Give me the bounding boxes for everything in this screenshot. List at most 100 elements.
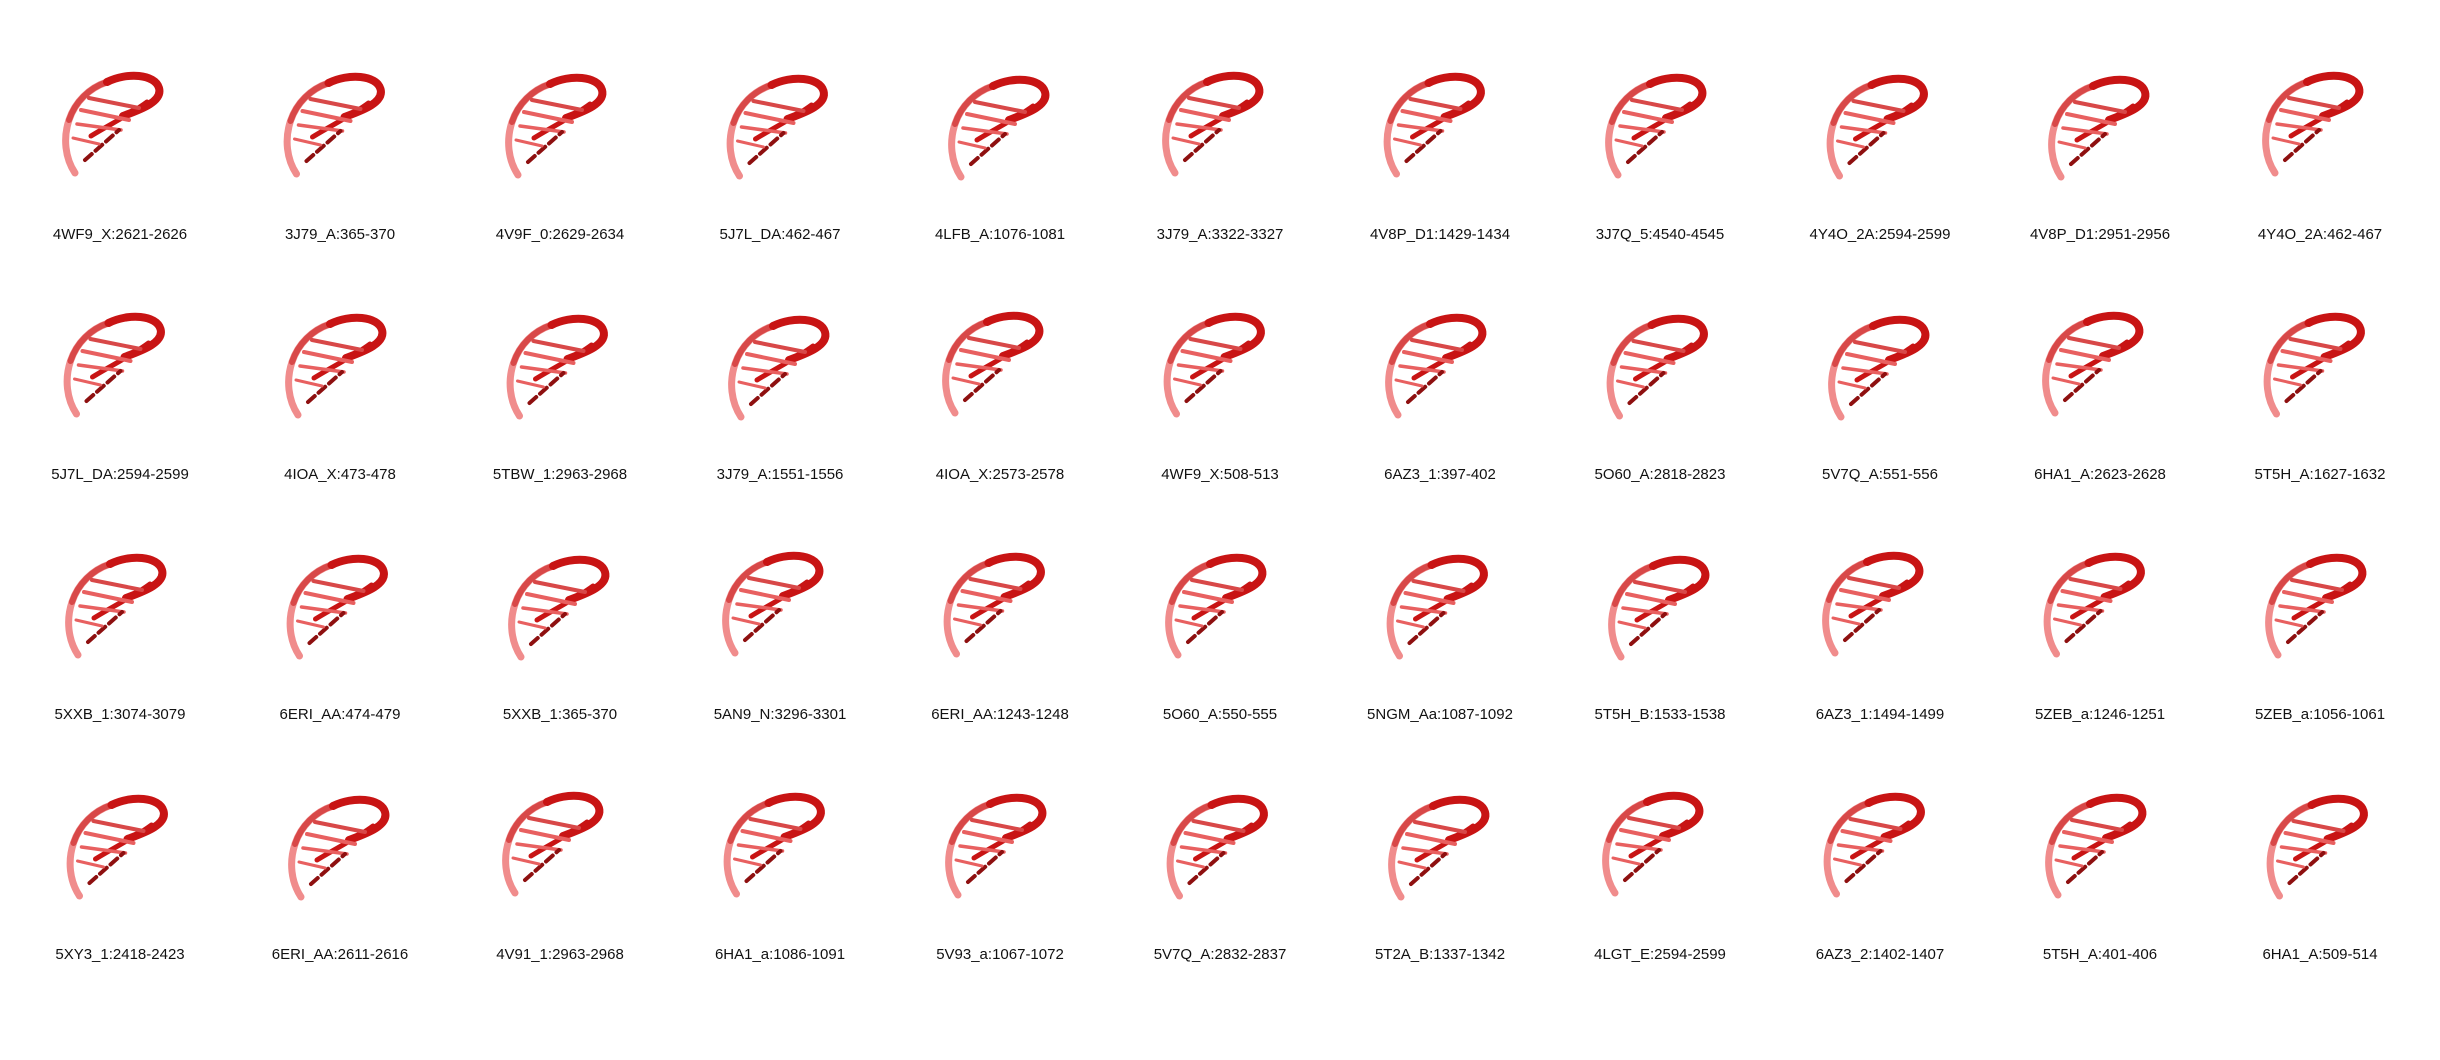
- rna-structure-image: [723, 792, 825, 898]
- motif-cell: 5T2A_B:1337-1342: [1330, 780, 1550, 1020]
- rna-structure-image: [948, 75, 1050, 181]
- motif-label: 5V7Q_A:551-556: [1822, 466, 1938, 483]
- rna-structure-image: [1165, 553, 1267, 659]
- rna-structure-image: [285, 313, 387, 419]
- motif-cell: 6ERI_AA:1243-1248: [890, 540, 1110, 780]
- structure-grid: 4WF9_X:2621-2626 3J79_A:365-370 4V9F_0:262…: [0, 0, 2440, 1060]
- motif-cell: 6HA1_A:2623-2628: [1990, 300, 2210, 540]
- motif-cell: 5T5H_A:1627-1632: [2210, 300, 2430, 540]
- motif-label: 6AZ3_2:1402-1407: [1815, 946, 1945, 963]
- rna-structure-image: [1166, 794, 1268, 900]
- rna-structure-image: [1163, 312, 1265, 418]
- rna-structure-image: [66, 794, 168, 900]
- rna-structure-image: [1605, 73, 1707, 179]
- rna-structure-image: [1385, 313, 1487, 419]
- motif-label: 5J7L_DA:462-467: [719, 226, 841, 243]
- rna-structure-image: [63, 312, 165, 418]
- rna-structure-image: [506, 314, 608, 420]
- rna-structure-image: [1828, 315, 1930, 421]
- motif-label: 5XXB_1:3074-3079: [54, 706, 186, 723]
- motif-label: 6ERI_AA:1243-1248: [931, 706, 1069, 723]
- motif-cell: 6ERI_AA:2611-2616: [230, 780, 450, 1020]
- rna-structure-image: [1386, 554, 1488, 660]
- motif-label: 4IOA_X:2573-2578: [935, 466, 1065, 483]
- rna-structure-image: [942, 311, 1044, 417]
- motif-cell: 5XY3_1:2418-2423: [10, 780, 230, 1020]
- motif-cell: 4IOA_X:2573-2578: [890, 300, 1110, 540]
- rna-structure-image: [945, 793, 1047, 899]
- motif-label: 4V8P_D1:2951-2956: [2029, 226, 2171, 243]
- motif-label: 5V7Q_A:2832-2837: [1153, 946, 1287, 963]
- rna-structure-image: [505, 73, 607, 179]
- rna-structure-image: [62, 71, 164, 177]
- motif-cell: 5O60_A:550-555: [1110, 540, 1330, 780]
- motif-cell: 5V7Q_A:551-556: [1770, 300, 1990, 540]
- motif-label: 4WF9_X:2621-2626: [52, 226, 188, 243]
- motif-cell: 5T5H_A:401-406: [1990, 780, 2210, 1020]
- motif-label: 4Y4O_2A:462-467: [2257, 226, 2383, 243]
- rna-structure-image: [2266, 794, 2368, 900]
- rna-structure-image: [1602, 791, 1704, 897]
- rna-structure-image: [2045, 793, 2147, 899]
- motif-cell: 5NGM_Aa:1087-1092: [1330, 540, 1550, 780]
- motif-label: 6AZ3_1:1494-1499: [1815, 706, 1945, 723]
- rna-structure-image: [2263, 312, 2365, 418]
- motif-label: 5ZEB_a:1056-1061: [2254, 706, 2386, 723]
- rna-structure-image: [1823, 792, 1925, 898]
- motif-label: 4LFB_A:1076-1081: [934, 226, 1066, 243]
- rna-structure-image: [1608, 555, 1710, 661]
- motif-cell: 4WF9_X:2621-2626: [10, 60, 230, 300]
- motif-label: 3J7Q_5:4540-4545: [1595, 226, 1725, 243]
- motif-cell: 3J79_A:365-370: [230, 60, 450, 300]
- motif-cell: 5J7L_DA:2594-2599: [10, 300, 230, 540]
- motif-label: 5ZEB_a:1246-1251: [2034, 706, 2166, 723]
- motif-label: 5O60_A:2818-2823: [1594, 466, 1726, 483]
- motif-label: 5XXB_1:365-370: [502, 706, 618, 723]
- motif-label: 4V9F_0:2629-2634: [495, 226, 625, 243]
- motif-cell: 5TBW_1:2963-2968: [450, 300, 670, 540]
- rna-structure-image: [2042, 311, 2144, 417]
- rna-structure-image: [1822, 551, 1924, 657]
- motif-label: 5O60_A:550-555: [1162, 706, 1278, 723]
- motif-label: 6HA1_A:2623-2628: [2034, 466, 2166, 483]
- rna-structure-image: [726, 74, 828, 180]
- motif-label: 6ERI_AA:474-479: [279, 706, 401, 723]
- motif-cell: 3J79_A:1551-1556: [670, 300, 890, 540]
- motif-label: 4IOA_X:473-478: [284, 466, 396, 483]
- motif-cell: 3J79_A:3322-3327: [1110, 60, 1330, 300]
- motif-cell: 5V93_a:1067-1072: [890, 780, 1110, 1020]
- motif-cell: 5AN9_N:3296-3301: [670, 540, 890, 780]
- motif-label: 5T2A_B:1337-1342: [1374, 946, 1506, 963]
- rna-structure-image: [722, 551, 824, 657]
- motif-label: 4V91_1:2963-2968: [496, 946, 624, 963]
- motif-cell: 4V9F_0:2629-2634: [450, 60, 670, 300]
- motif-cell: 6HA1_a:1086-1091: [670, 780, 890, 1020]
- motif-label: 5AN9_N:3296-3301: [713, 706, 847, 723]
- motif-label: 6HA1_A:509-514: [2262, 946, 2378, 963]
- motif-cell: 5XXB_1:3074-3079: [10, 540, 230, 780]
- motif-cell: 3J7Q_5:4540-4545: [1550, 60, 1770, 300]
- motif-cell: 5O60_A:2818-2823: [1550, 300, 1770, 540]
- motif-cell: 6ERI_AA:474-479: [230, 540, 450, 780]
- rna-structure-image: [286, 554, 388, 660]
- motif-label: 6ERI_AA:2611-2616: [271, 946, 409, 963]
- rna-structure-image: [1383, 72, 1485, 178]
- motif-cell: 4LGT_E:2594-2599: [1550, 780, 1770, 1020]
- motif-label: 6AZ3_1:397-402: [1384, 466, 1496, 483]
- motif-label: 3J79_A:365-370: [284, 226, 396, 243]
- motif-cell: 4LFB_A:1076-1081: [890, 60, 1110, 300]
- motif-label: 4LGT_E:2594-2599: [1594, 946, 1726, 963]
- motif-cell: 4V8P_D1:1429-1434: [1330, 60, 1550, 300]
- motif-cell: 5V7Q_A:2832-2837: [1110, 780, 1330, 1020]
- motif-cell: 4IOA_X:473-478: [230, 300, 450, 540]
- rna-structure-image: [1606, 314, 1708, 420]
- motif-label: 5T5H_B:1533-1538: [1594, 706, 1726, 723]
- motif-cell: 4V8P_D1:2951-2956: [1990, 60, 2210, 300]
- motif-label: 5J7L_DA:2594-2599: [51, 466, 189, 483]
- motif-label: 3J79_A:1551-1556: [716, 466, 844, 483]
- motif-cell: 4WF9_X:508-513: [1110, 300, 1330, 540]
- rna-structure-image: [2265, 553, 2367, 659]
- motif-label: 5T5H_A:401-406: [2042, 946, 2158, 963]
- rna-structure-image: [1826, 74, 1928, 180]
- rna-structure-image: [2043, 552, 2145, 658]
